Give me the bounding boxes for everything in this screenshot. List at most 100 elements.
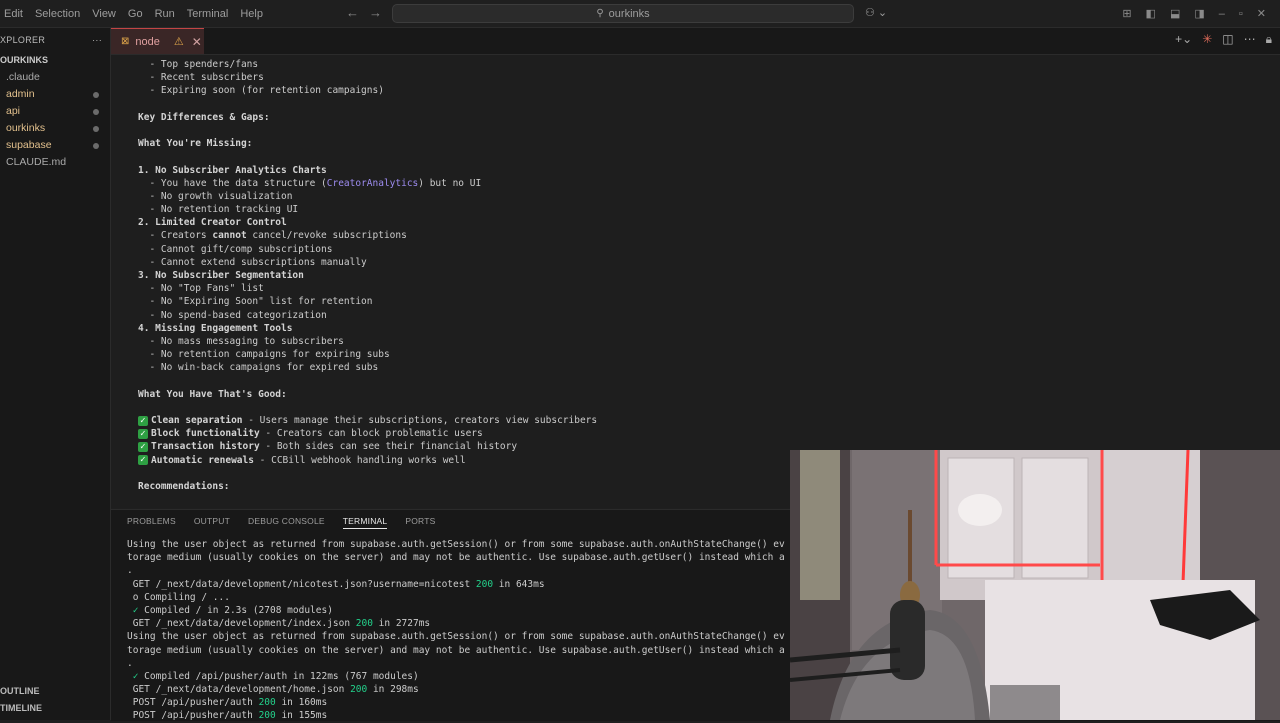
explorer-more-icon[interactable]: ···: [92, 35, 102, 45]
back-arrow-icon[interactable]: ←: [346, 5, 359, 20]
forward-arrow-icon[interactable]: →: [369, 5, 382, 20]
text-line: - No "Expiring Soon" list for retention: [138, 296, 373, 308]
text-fragment: - Creators can block problematic users: [259, 428, 483, 440]
terminal-line: torage medium (usually cookies on the se…: [127, 644, 785, 656]
toggle-panel-icon[interactable]: ⬓: [1170, 7, 1180, 20]
check-mark-icon: ✓: [138, 441, 148, 452]
text-line: ✓ Clean separation - Users manage their s…: [138, 414, 597, 427]
text-line: - No mass messaging to subscribers: [138, 335, 344, 347]
tree-item-claude-md[interactable]: CLAUDE.md: [0, 154, 110, 171]
text-fragment: GET /_next/data/development/index.json: [127, 618, 356, 630]
more-actions-icon[interactable]: ⋯: [1244, 32, 1256, 47]
command-center-text: ourkinks: [608, 7, 650, 20]
text-line: - Cannot extend subscriptions manually: [138, 256, 367, 268]
editor-tab-bar: ⊠ node ⚠ ✕ +⌄ ✳ ◫ ⋯ 🔒︎: [111, 28, 1280, 55]
text-fragment-bold: cannot: [212, 230, 247, 242]
editor-area[interactable]: - Top spenders/fans - Recent subscribers…: [111, 55, 1280, 508]
maximize-icon[interactable]: ▫: [1239, 8, 1243, 20]
tab-ports[interactable]: PORTS: [405, 516, 435, 529]
tree-item-api[interactable]: api: [0, 103, 110, 120]
text-line: - You have the data structure (CreatorAn…: [138, 177, 597, 190]
toggle-sidebar-icon[interactable]: ◧: [1146, 7, 1156, 20]
terminal-line: Using the user object as returned from s…: [127, 631, 785, 643]
tab-node[interactable]: ⊠ node ⚠ ✕: [111, 28, 204, 54]
menu-go[interactable]: Go: [128, 8, 143, 20]
tree-item-supabase[interactable]: supabase: [0, 137, 110, 154]
terminal-line: ✓ Compiled /api/pusher/auth in 122ms (76…: [127, 670, 785, 683]
code-reference-link[interactable]: CreatorAnalytics: [327, 178, 419, 189]
check-mark-icon: ✓: [138, 428, 148, 439]
close-window-icon[interactable]: ✕: [1257, 7, 1266, 20]
terminal-line: GET /_next/data/development/home.json 20…: [127, 683, 785, 696]
text-fragment: - Users manage their subscriptions, crea…: [242, 415, 598, 427]
outline-section[interactable]: OUTLINE: [0, 686, 40, 696]
modified-dot: [93, 143, 99, 149]
tree-item-label: api: [6, 105, 21, 117]
customize-layout-icon[interactable]: ⊞: [1122, 7, 1131, 20]
check-mark-icon: ✓: [138, 415, 148, 426]
text-line: - No retention campaigns for expiring su…: [138, 349, 390, 361]
terminal-line: o Compiling / ...: [127, 591, 230, 603]
claude-spark-icon[interactable]: ✳: [1202, 32, 1212, 47]
terminal-line: ✓ Compiled / in 2.3s (2708 modules): [127, 604, 785, 617]
text-line: ✓ Block functionality - Creators can bloc…: [138, 427, 597, 440]
minimize-icon[interactable]: –: [1219, 8, 1225, 20]
terminal-line: POST /api/pusher/auth 200 in 160ms: [127, 696, 785, 709]
text-fragment: in 643ms: [493, 578, 545, 590]
terminal-output[interactable]: Using the user object as returned from s…: [127, 538, 785, 723]
text-line: - No growth visualization: [138, 190, 293, 202]
tab-debug-console[interactable]: DEBUG CONSOLE: [248, 516, 325, 529]
heading-key-differences: Key Differences & Gaps:: [138, 111, 270, 123]
text-fragment: GET /_next/data/development/home.json: [127, 684, 351, 696]
menu-run[interactable]: Run: [155, 8, 175, 20]
tree-item-admin[interactable]: admin: [0, 86, 110, 103]
heading-missing: What You're Missing:: [138, 138, 253, 150]
terminal-line: Using the user object as returned from s…: [127, 539, 785, 550]
text-fragment-bold: Clean separation: [151, 415, 243, 427]
text-fragment: - You have the data structure (: [138, 177, 327, 189]
terminal-line: torage medium (usually cookies on the se…: [127, 552, 785, 564]
close-tab-icon[interactable]: ✕: [192, 35, 202, 49]
nav-arrows: ← →: [346, 5, 382, 20]
tab-output[interactable]: OUTPUT: [194, 516, 230, 529]
split-editor-icon[interactable]: ◫: [1222, 32, 1233, 47]
timeline-section[interactable]: TIMELINE: [0, 703, 42, 713]
menu-selection[interactable]: Selection: [35, 8, 80, 20]
lock-icon[interactable]: 🔒︎: [1266, 32, 1272, 47]
terminal-line: GET /_next/data/development/nicotest.jso…: [127, 578, 785, 591]
text-fragment: GET /_next/data/development/nicotest.jso…: [127, 578, 476, 590]
success-check-icon: ✓: [127, 604, 139, 616]
menu-terminal[interactable]: Terminal: [187, 8, 229, 20]
command-center-search[interactable]: ⚲ ourkinks: [392, 4, 854, 23]
text-fragment: in 2727ms: [372, 618, 431, 630]
toggle-secondary-sidebar-icon[interactable]: ◨: [1194, 7, 1204, 20]
text-line: - Recent subscribers: [138, 72, 264, 84]
tree-item-ourkinks[interactable]: ourkinks: [0, 120, 110, 137]
section-creator-control: 2. Limited Creator Control: [138, 217, 287, 229]
menu-bar: Edit Selection View Go Run Terminal Help: [0, 0, 271, 27]
heading-recommendations: Recommendations:: [138, 481, 230, 492]
menu-edit[interactable]: Edit: [4, 8, 23, 20]
check-mark-icon: ✓: [138, 455, 148, 466]
explorer-sidebar: XPLORER ··· OURKINKS .claude admin api o…: [0, 28, 111, 720]
tree-item-claude-folder[interactable]: .claude: [0, 69, 110, 86]
tree-item-label: .claude: [6, 71, 40, 83]
webcam-scene-image: [790, 450, 1280, 720]
text-fragment: Compiled /api/pusher/auth in 122ms (767 …: [138, 670, 419, 682]
new-terminal-icon[interactable]: +⌄: [1175, 32, 1192, 47]
section-analytics: 1. No Subscriber Analytics Charts: [138, 164, 327, 176]
tab-terminal[interactable]: TERMINAL: [342, 516, 388, 529]
menu-help[interactable]: Help: [240, 8, 263, 20]
tab-problems[interactable]: PROBLEMS: [127, 516, 176, 529]
search-icon: ⚲: [596, 8, 604, 19]
tree-item-label: supabase: [6, 139, 52, 151]
warning-icon: ⚠: [173, 36, 184, 48]
text-line: - Expiring soon (for retention campaigns…: [138, 85, 384, 97]
menu-view[interactable]: View: [92, 8, 116, 20]
workspace-root[interactable]: OURKINKS: [0, 52, 110, 69]
copilot-icon[interactable]: ⚇ ⌄: [865, 6, 887, 19]
text-line: - Top spenders/fans: [138, 59, 259, 70]
text-fragment: Compiled / in 2.3s (2708 modules): [138, 604, 333, 616]
status-code: 200: [258, 697, 276, 709]
section-segmentation: 3. No Subscriber Segmentation: [138, 270, 304, 281]
